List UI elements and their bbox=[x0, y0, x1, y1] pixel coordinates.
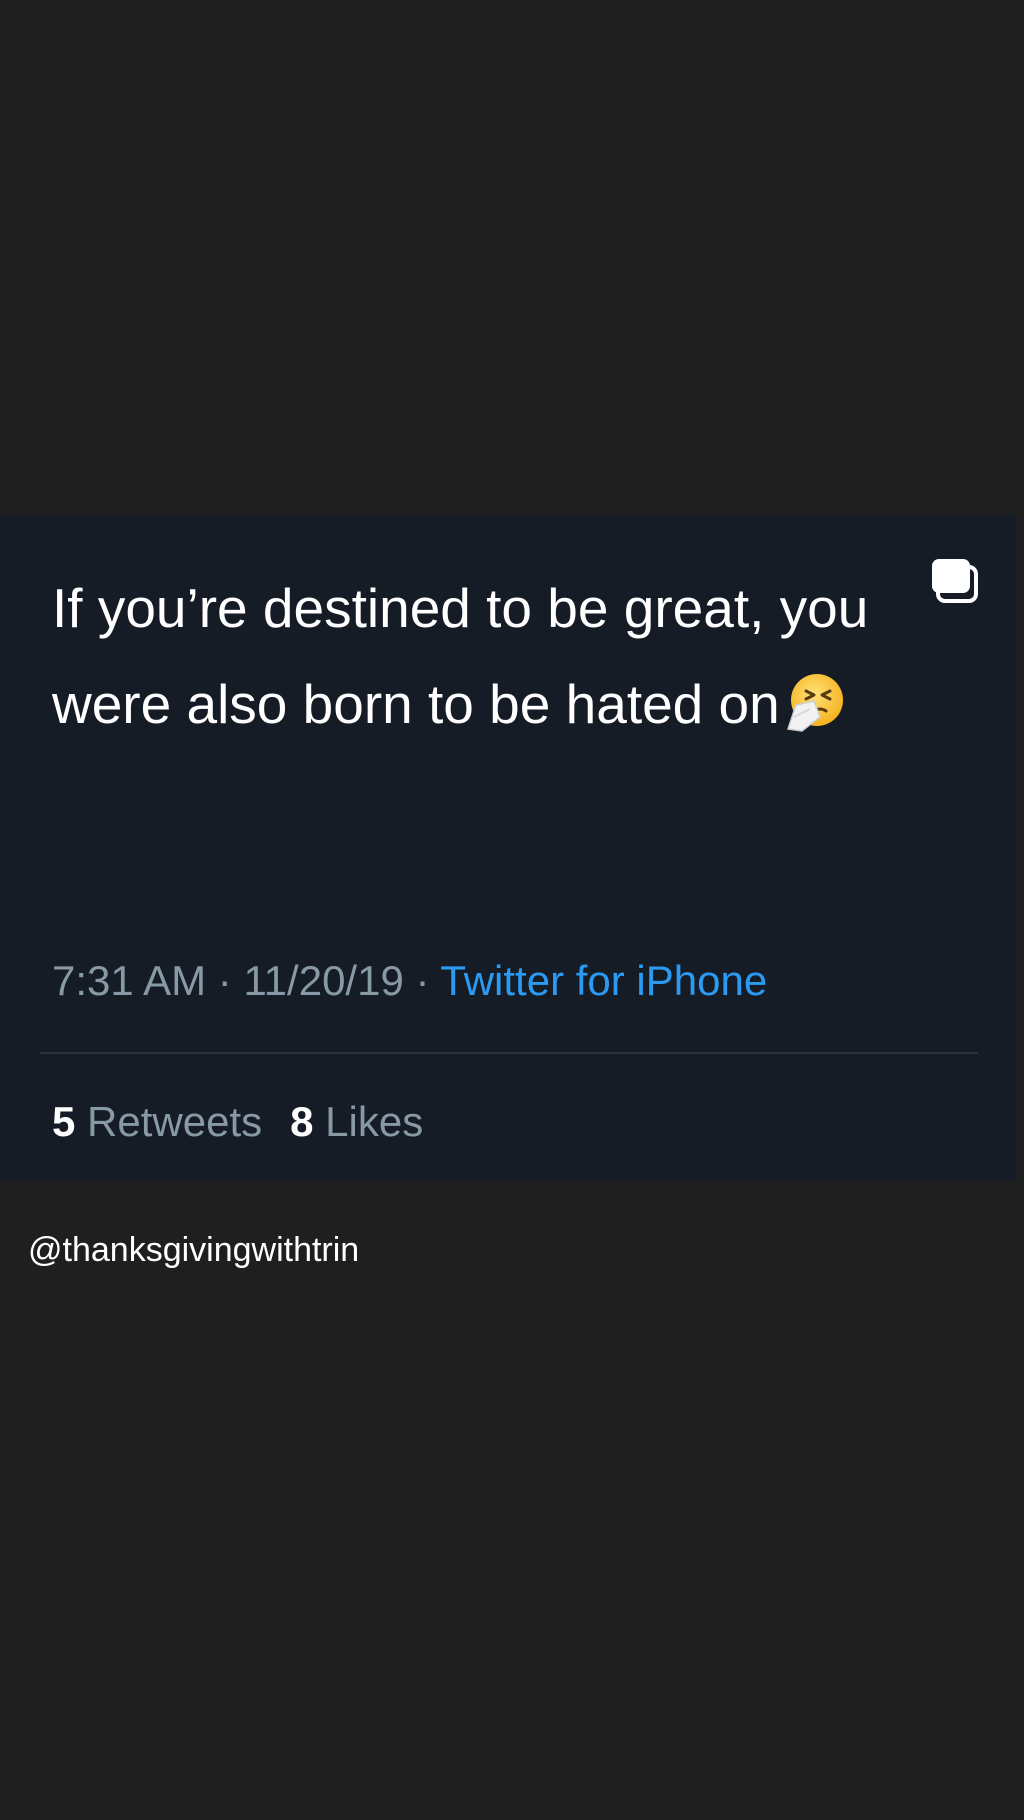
retweets-count: 5 bbox=[52, 1098, 76, 1145]
likes-count: 8 bbox=[290, 1098, 314, 1145]
likes-stat[interactable]: 8 Likes bbox=[290, 1098, 423, 1145]
watermark-handle: @thanksgivingwithtrin bbox=[28, 1231, 360, 1269]
copy-icon[interactable] bbox=[928, 555, 982, 605]
likes-label: Likes bbox=[325, 1098, 424, 1145]
tweet-stats: 5 Retweets 8 Likes bbox=[52, 1096, 423, 1148]
retweets-stat[interactable]: 5 Retweets bbox=[52, 1098, 262, 1145]
meta-separator: · bbox=[403, 957, 441, 1004]
tweet-text: If you’re destined to be great, you were… bbox=[52, 560, 932, 752]
retweets-label: Retweets bbox=[87, 1098, 263, 1145]
tweet-date: 11/20/19 bbox=[243, 957, 404, 1004]
meta-separator: · bbox=[206, 957, 244, 1004]
tweet-meta: 7:31 AM · 11/20/19 · Twitter for iPhone bbox=[52, 955, 767, 1007]
divider bbox=[40, 1052, 978, 1054]
tweet-body: If you’re destined to be great, you were… bbox=[52, 577, 869, 735]
tweet-source-link[interactable]: Twitter for iPhone bbox=[440, 957, 767, 1004]
sneezing-face-emoji-icon bbox=[784, 666, 846, 732]
tweet-time: 7:31 AM bbox=[52, 957, 207, 1004]
